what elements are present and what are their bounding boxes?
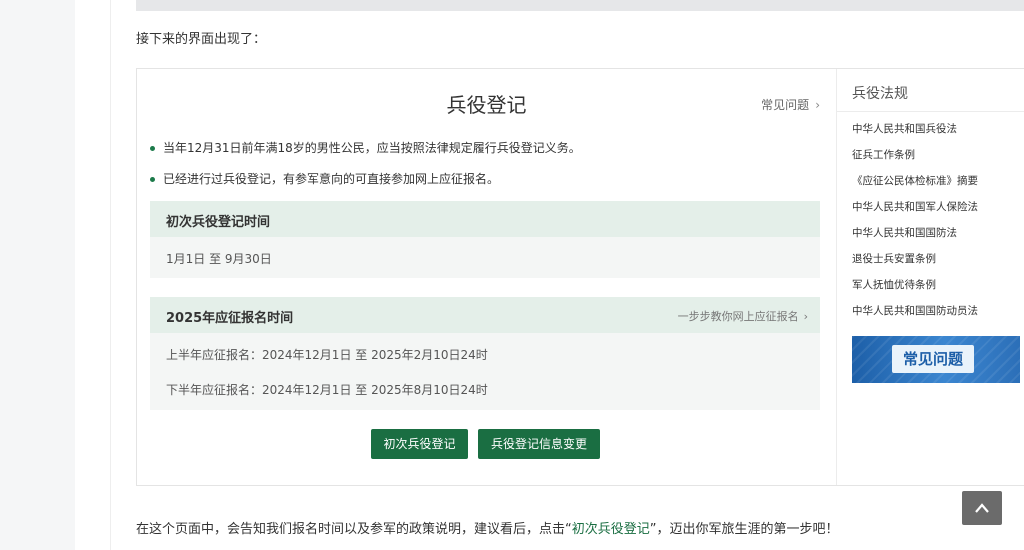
regulation-link[interactable]: 中华人民共和国兵役法 xyxy=(852,121,978,147)
left-divider xyxy=(110,0,111,550)
outro-text-before: 在这个页面中，会告知我们报名时间以及参军的政策说明，建议看后，点击“ xyxy=(136,522,572,537)
article-outro-text: 在这个页面中，会告知我们报名时间以及参军的政策说明，建议看后，点击“初次兵役登记… xyxy=(136,518,839,537)
notice-list: 当年12月31日前年满18岁的男性公民，应当按照法律规定履行兵役登记义务。 已经… xyxy=(150,139,820,201)
regulation-link[interactable]: 退役士兵安置条例 xyxy=(852,251,978,277)
bullet-dot-icon xyxy=(150,146,155,151)
article-intro-text: 接下来的界面出现了： xyxy=(136,32,267,47)
first-registration-time-section: 初次兵役登记时间 1月1日 至 9月30日 xyxy=(150,201,820,278)
notice-item-text: 已经进行过兵役登记，有参军意向的可直接参加网上应征报名。 xyxy=(163,172,500,186)
outro-text-after: ”，迈出你军旅生涯的第一步吧！ xyxy=(649,522,839,537)
regulation-link[interactable]: 征兵工作条例 xyxy=(852,147,978,173)
left-gutter xyxy=(0,0,75,550)
enlistment-time-section: 2025年应征报名时间 一步步教你网上应征报名 › 上半年应征报名：2024年12… xyxy=(150,297,820,410)
chevron-right-icon: › xyxy=(803,310,808,323)
sidebar-title: 兵役法规 xyxy=(852,86,908,102)
enlistment-guide-link[interactable]: 一步步教你网上应征报名 › xyxy=(678,308,808,324)
back-to-top-button[interactable] xyxy=(962,491,1002,525)
faq-link-label: 常见问题 xyxy=(761,98,810,112)
regulation-link[interactable]: 中华人民共和国军人保险法 xyxy=(852,199,978,225)
regulation-link[interactable]: 中华人民共和国国防动员法 xyxy=(852,303,978,329)
time-row: 1月1日 至 9月30日 xyxy=(166,252,272,266)
outro-highlight: 初次兵役登记 xyxy=(571,522,650,537)
top-gray-bar xyxy=(136,0,1024,11)
section-header: 2025年应征报名时间 一步步教你网上应征报名 › xyxy=(150,297,820,333)
faq-banner-label: 常见问题 xyxy=(892,345,974,373)
notice-item-text: 当年12月31日前年满18岁的男性公民，应当按照法律规定履行兵役登记义务。 xyxy=(163,141,581,155)
page-title: 兵役登记 xyxy=(446,93,527,117)
time-row: 上半年应征报名：2024年12月1日 至 2025年2月10日24时 xyxy=(166,348,488,362)
registration-info-change-button[interactable]: 兵役登记信息变更 xyxy=(478,429,600,459)
sidebar-divider xyxy=(837,111,1024,112)
bullet-dot-icon xyxy=(150,177,155,182)
faq-link[interactable]: 常见问题 › xyxy=(761,96,820,113)
regulation-list: 中华人民共和国兵役法 征兵工作条例 《应征公民体检标准》摘要 中华人民共和国军人… xyxy=(852,121,978,329)
screenshot-frame: 兵役登记 常见问题 › 当年12月31日前年满18岁的男性公民，应当按照法律规定履… xyxy=(136,68,1024,486)
section-title: 2025年应征报名时间 xyxy=(166,311,294,326)
first-registration-button[interactable]: 初次兵役登记 xyxy=(371,429,468,459)
registration-panel: 兵役登记 常见问题 › 当年12月31日前年满18岁的男性公民，应当按照法律规定履… xyxy=(137,69,837,485)
time-row: 下半年应征报名：2024年12月1日 至 2025年8月10日24时 xyxy=(166,383,488,397)
regulation-link[interactable]: 中华人民共和国国防法 xyxy=(852,225,978,251)
section-header: 初次兵役登记时间 xyxy=(150,201,820,237)
chevron-right-icon: › xyxy=(815,98,820,112)
arrow-up-icon xyxy=(975,503,989,513)
sidebar: 兵役法规 中华人民共和国兵役法 征兵工作条例 《应征公民体检标准》摘要 中华人民… xyxy=(837,69,1024,485)
notice-item: 当年12月31日前年满18岁的男性公民，应当按照法律规定履行兵役登记义务。 xyxy=(150,139,820,170)
regulation-link[interactable]: 军人抚恤优待条例 xyxy=(852,277,978,303)
enlistment-guide-label: 一步步教你网上应征报名 xyxy=(677,310,799,323)
faq-banner[interactable]: 常见问题 xyxy=(852,336,1020,383)
section-title: 初次兵役登记时间 xyxy=(166,215,271,230)
regulation-link[interactable]: 《应征公民体检标准》摘要 xyxy=(852,173,978,199)
notice-item: 已经进行过兵役登记，有参军意向的可直接参加网上应征报名。 xyxy=(150,170,820,201)
